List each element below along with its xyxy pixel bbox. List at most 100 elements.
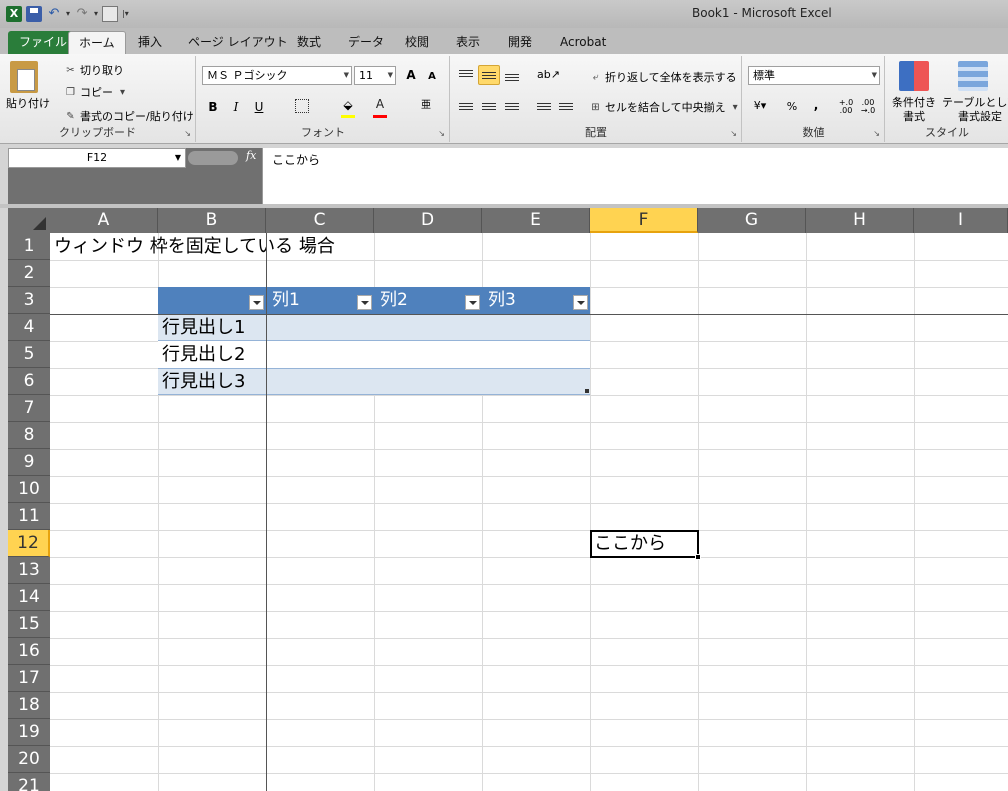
row-header-2[interactable]: 2	[8, 260, 50, 287]
table-header-col3[interactable]: 列3	[488, 287, 516, 314]
italic-button[interactable]: I	[227, 99, 245, 117]
table-row-header[interactable]: 行見出し3	[162, 368, 245, 395]
format-as-table-icon[interactable]	[958, 61, 988, 91]
font-name-select[interactable]: ＭＳ Ｐゴシック ▼	[202, 66, 352, 85]
row-header-17[interactable]: 17	[8, 665, 50, 692]
row-header-19[interactable]: 19	[8, 719, 50, 746]
font-color-icon[interactable]: A	[371, 96, 389, 114]
underline-button[interactable]: U	[250, 99, 268, 117]
cell-a1[interactable]: ウィンドウ 枠を固定している 場合	[54, 233, 335, 260]
row-header-7[interactable]: 7	[8, 395, 50, 422]
fill-color-icon[interactable]: ⬙	[339, 97, 357, 115]
row-header-13[interactable]: 13	[8, 557, 50, 584]
row-header-1[interactable]: 1	[8, 233, 50, 260]
dialog-launcher-icon[interactable]: ↘	[184, 129, 191, 138]
orientation-icon[interactable]: ab↗	[537, 67, 560, 85]
align-right-icon[interactable]	[505, 101, 519, 113]
redo-dropdown-icon[interactable]: ▾	[94, 6, 98, 22]
row-header-5[interactable]: 5	[8, 341, 50, 368]
grow-font-button[interactable]: A	[402, 67, 420, 85]
row-header-21[interactable]: 21	[8, 773, 50, 791]
dialog-launcher-icon[interactable]: ↘	[873, 129, 880, 138]
save-icon[interactable]	[26, 6, 42, 22]
tab-home[interactable]: ホーム	[68, 31, 126, 54]
column-header-h[interactable]: H	[806, 208, 914, 233]
tab-page-layout[interactable]: ページ レイアウト	[178, 31, 298, 54]
table-row-header[interactable]: 行見出し1	[162, 314, 245, 341]
tab-insert[interactable]: 挿入	[128, 31, 172, 54]
row-header-8[interactable]: 8	[8, 422, 50, 449]
column-header-g[interactable]: G	[698, 208, 806, 233]
decrease-indent-icon[interactable]	[537, 101, 551, 113]
column-header-c[interactable]: C	[266, 208, 374, 233]
shrink-font-button[interactable]: A	[423, 69, 441, 87]
undo-icon[interactable]: ↶	[46, 6, 62, 22]
row-header-6[interactable]: 6	[8, 368, 50, 395]
redo-icon[interactable]: ↷	[74, 6, 90, 22]
comma-button[interactable]: ,	[807, 97, 825, 115]
column-header-i[interactable]: I	[914, 208, 1008, 233]
wrap-text-button[interactable]: ⤶ 折り返して全体を表示する	[589, 69, 737, 85]
fill-handle[interactable]	[695, 554, 701, 560]
table-header-col1[interactable]: 列1	[272, 287, 300, 314]
column-header-a[interactable]: A	[50, 208, 158, 233]
tab-view[interactable]: 表示	[446, 31, 490, 54]
tab-developer[interactable]: 開発	[498, 31, 542, 54]
row-header-11[interactable]: 11	[8, 503, 50, 530]
align-bottom-icon[interactable]	[505, 72, 519, 84]
excel-app-icon[interactable]: X	[6, 6, 22, 22]
row-header-15[interactable]: 15	[8, 611, 50, 638]
cut-button[interactable]: ✂ 切り取り	[64, 62, 124, 78]
merge-center-button[interactable]: ⊞ セルを結合して中央揃え ▾	[589, 99, 742, 115]
row-header-16[interactable]: 16	[8, 638, 50, 665]
row-header-4[interactable]: 4	[8, 314, 50, 341]
align-left-icon[interactable]	[459, 101, 473, 113]
print-preview-icon[interactable]	[102, 6, 119, 22]
phonetic-guide-icon[interactable]: 亜	[417, 98, 435, 116]
table-resize-handle[interactable]	[585, 389, 589, 393]
align-top-icon[interactable]	[459, 68, 473, 80]
dialog-launcher-icon[interactable]: ↘	[438, 129, 445, 138]
row-header-3[interactable]: 3	[8, 287, 50, 314]
tab-review[interactable]: 校閲	[395, 31, 439, 54]
copy-button[interactable]: ❐ コピー ▾	[64, 84, 129, 100]
select-all-button[interactable]	[8, 208, 50, 233]
border-button[interactable]	[295, 99, 309, 113]
currency-icon[interactable]: ¥▾	[751, 98, 769, 116]
font-size-select[interactable]: 11 ▼	[354, 66, 396, 85]
insert-function-button[interactable]: fx	[246, 149, 256, 162]
row-header-18[interactable]: 18	[8, 692, 50, 719]
paste-button[interactable]: 貼り付け	[6, 95, 50, 111]
row-header-14[interactable]: 14	[8, 584, 50, 611]
bold-button[interactable]: B	[204, 99, 222, 117]
tab-acrobat[interactable]: Acrobat	[550, 31, 616, 54]
tab-formulas[interactable]: 数式	[287, 31, 331, 54]
column-header-f[interactable]: F	[590, 208, 698, 233]
increase-decimal-icon[interactable]: +.0.00	[837, 99, 855, 117]
conditional-formatting-icon[interactable]	[899, 61, 929, 91]
row-header-12[interactable]: 12	[8, 530, 50, 557]
column-header-e[interactable]: E	[482, 208, 590, 233]
formula-input[interactable]: ここから	[262, 148, 1008, 204]
table-header-col2[interactable]: 列2	[380, 287, 408, 314]
filter-dropdown-icon[interactable]	[249, 295, 264, 310]
percent-button[interactable]: %	[783, 99, 801, 117]
worksheet-grid[interactable]: A B C D E F G H I 1 2 3 4 5 6 7 8 9 10 1…	[8, 208, 1008, 791]
column-header-d[interactable]: D	[374, 208, 482, 233]
customize-toolbar-icon[interactable]: |▾	[122, 6, 129, 22]
paste-icon[interactable]	[10, 61, 38, 93]
format-as-table-button[interactable]: テーブルとして書式設定	[942, 96, 1008, 124]
tab-data[interactable]: データ	[338, 31, 394, 54]
format-painter-button[interactable]: ✎ 書式のコピー/貼り付け	[64, 108, 193, 124]
filter-dropdown-icon[interactable]	[465, 295, 480, 310]
row-header-9[interactable]: 9	[8, 449, 50, 476]
align-center-icon[interactable]	[482, 101, 496, 113]
increase-indent-icon[interactable]	[559, 101, 573, 113]
dialog-launcher-icon[interactable]: ↘	[730, 129, 737, 138]
row-header-10[interactable]: 10	[8, 476, 50, 503]
decrease-decimal-icon[interactable]: .00 →.0	[859, 99, 877, 117]
column-header-b[interactable]: B	[158, 208, 266, 233]
number-format-select[interactable]: 標準 ▼	[748, 66, 880, 85]
name-box[interactable]: F12 ▼	[8, 148, 186, 168]
filter-dropdown-icon[interactable]	[573, 295, 588, 310]
